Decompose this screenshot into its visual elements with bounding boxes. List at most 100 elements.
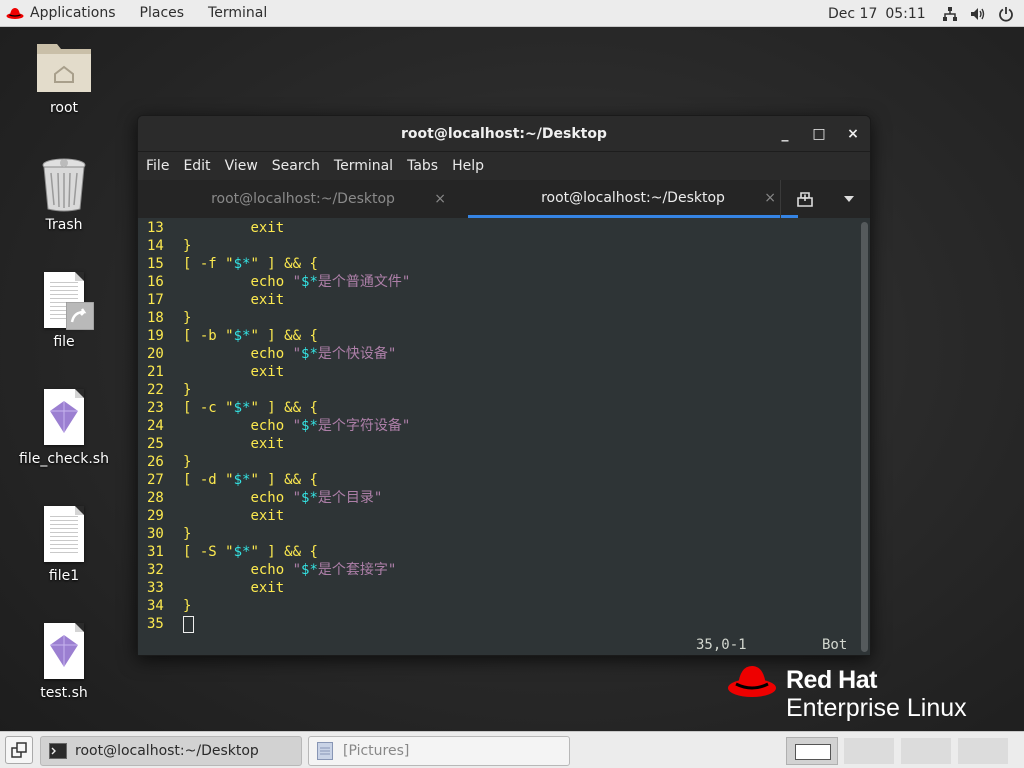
tab-label: root@localhost:~/Desktop (541, 189, 725, 206)
symlink-file-icon (44, 272, 94, 330)
clock-time: 05:11 (885, 5, 926, 22)
terminal-icon (49, 743, 67, 759)
show-desktop-button[interactable] (5, 736, 33, 764)
code-token: " ] && { (250, 328, 318, 344)
desktop-icon-label: root (49, 100, 79, 116)
workspace-4[interactable] (957, 737, 1009, 765)
desktop-icon-trash[interactable]: Trash (9, 155, 119, 233)
desktop-icon-root[interactable]: root (9, 38, 119, 116)
desktop-icon-file[interactable]: file (9, 272, 119, 350)
code-token: 是个目录" (317, 490, 383, 506)
line-number: 32 (147, 562, 164, 578)
menu-bar: File Edit View Search Terminal Tabs Help (138, 152, 870, 180)
desktop-icon-file1[interactable]: file1 (9, 506, 119, 584)
menu-view[interactable]: View (225, 158, 258, 174)
redhat-hat-icon (728, 666, 776, 697)
window-titlebar[interactable]: root@localhost:~/Desktop _ □ × (138, 116, 870, 152)
close-button[interactable]: × (846, 126, 860, 142)
code-token: $* (233, 400, 251, 416)
editor-line: 18} (147, 309, 860, 327)
editor-line: 31 [ -S "$*" ] && { (147, 543, 860, 561)
new-tab-icon[interactable] (796, 191, 814, 207)
line-number: 17 (147, 292, 164, 308)
code-token: [ -d " (183, 472, 234, 488)
menu-terminal[interactable]: Terminal (334, 158, 393, 174)
taskbar-item-terminal[interactable]: root@localhost:~/Desktop (40, 736, 302, 766)
workspace-1[interactable] (786, 737, 838, 765)
editor-line: 20 echo "$*是个快设备" (147, 345, 860, 363)
code-token: exit (250, 436, 285, 452)
line-number: 29 (147, 508, 164, 524)
code-token: } (183, 310, 192, 326)
desktop-icon-file-check-sh[interactable]: file_check.sh (9, 389, 119, 467)
editor-line: 23 [ -c "$*" ] && { (147, 399, 860, 417)
line-number: 16 (147, 274, 164, 290)
terminal-menu[interactable]: Terminal (196, 0, 279, 26)
script-icon (44, 623, 84, 679)
code-token: } (183, 598, 192, 614)
line-number: 15 (147, 256, 164, 272)
editor-line: 19 [ -b "$*" ] && { (147, 327, 860, 345)
redhat-brand-text: Red Hat (786, 666, 877, 694)
editor-line: 27 [ -d "$*" ] && { (147, 471, 860, 489)
menu-file[interactable]: File (146, 158, 169, 174)
desktop-icon-test-sh[interactable]: test.sh (9, 623, 119, 701)
system-tray[interactable] (942, 0, 1014, 27)
code-token: " ] && { (250, 400, 318, 416)
scrollbar[interactable] (861, 222, 868, 652)
editor-line: 34} (147, 597, 860, 615)
code-token: echo (250, 418, 293, 434)
line-number: 27 (147, 472, 164, 488)
symlink-arrow-icon (66, 302, 94, 330)
home-folder-icon (37, 44, 91, 92)
terminal-screen[interactable]: 13 exit 14} 15[ -f "$*" ] && {16 echo "$*是… (138, 219, 860, 655)
applications-menu[interactable]: Applications (0, 0, 128, 26)
editor-line: 17 exit (147, 291, 860, 309)
menu-tabs[interactable]: Tabs (407, 158, 438, 174)
desktop-icon-label: file_check.sh (19, 451, 109, 467)
clock[interactable]: Dec 17 05:11 (828, 0, 926, 27)
network-icon[interactable] (942, 6, 958, 22)
vim-status-line: 35,0-1 Bot (138, 637, 860, 655)
desktop-icon-label: Trash (45, 217, 83, 233)
maximize-button[interactable]: □ (812, 126, 826, 142)
menu-edit[interactable]: Edit (183, 158, 210, 174)
tab-2[interactable]: root@localhost:~/Desktop × (468, 180, 798, 218)
tab-close-button[interactable]: × (434, 191, 446, 207)
tab-close-button[interactable]: × (764, 190, 776, 206)
chevron-down-icon[interactable] (843, 195, 855, 203)
workspace-3[interactable] (900, 737, 952, 765)
places-menu[interactable]: Places (128, 0, 197, 26)
terminal-window[interactable]: root@localhost:~/Desktop _ □ × File Edit… (137, 115, 871, 656)
tab-1[interactable]: root@localhost:~/Desktop × (138, 180, 468, 218)
code-token: $* (301, 346, 318, 362)
line-number: 13 (147, 220, 164, 236)
taskbar-item-label: [Pictures] (343, 743, 410, 759)
code-token: " (292, 418, 302, 434)
desktop-icon-label: file1 (48, 568, 80, 584)
menu-help[interactable]: Help (452, 158, 484, 174)
menu-search[interactable]: Search (272, 158, 320, 174)
minimize-button[interactable]: _ (778, 126, 792, 142)
code-token: exit (250, 220, 285, 236)
line-number: 19 (147, 328, 164, 344)
volume-icon[interactable] (970, 6, 986, 22)
code-token: } (183, 382, 192, 398)
code-token: [ -b " (183, 328, 234, 344)
taskbar-item-pictures[interactable]: [Pictures] (308, 736, 570, 766)
code-token: 是个套接字" (317, 562, 397, 578)
code-token: echo (250, 274, 293, 290)
power-icon[interactable] (998, 6, 1014, 22)
code-token: } (183, 454, 192, 470)
line-number: 35 (147, 616, 164, 632)
taskbar-item-label: root@localhost:~/Desktop (75, 743, 259, 759)
bottom-panel: root@localhost:~/Desktop [Pictures] (0, 731, 1024, 768)
line-number: 22 (147, 382, 164, 398)
workspace-2[interactable] (843, 737, 895, 765)
code-token: " ] && { (250, 256, 318, 272)
text-file-icon (44, 506, 84, 562)
